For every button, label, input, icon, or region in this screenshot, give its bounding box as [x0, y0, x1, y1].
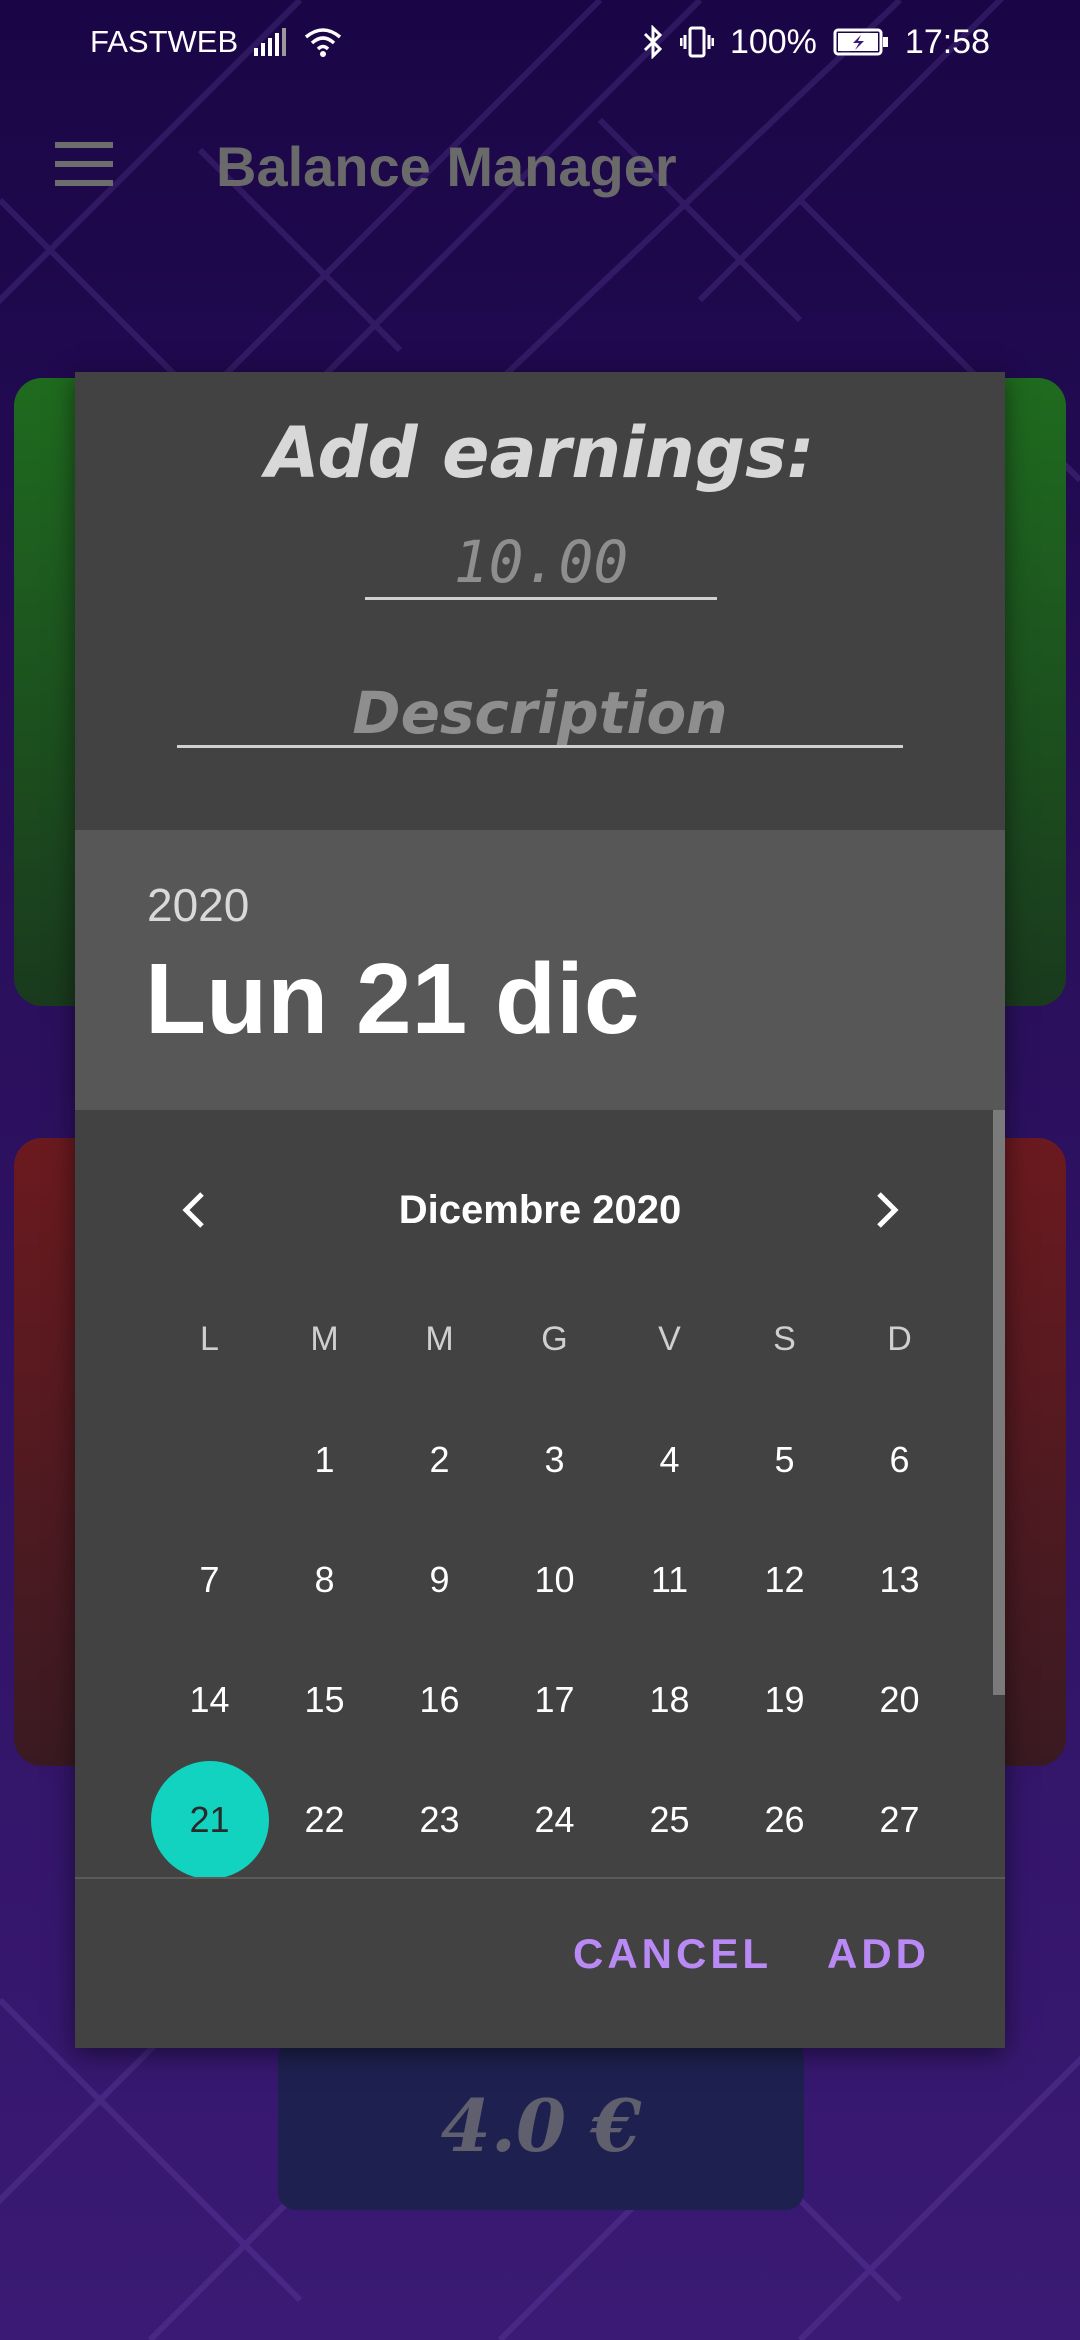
weekday-header: LMMGVSD [152, 1320, 958, 1360]
day-cell[interactable]: 24 [497, 1760, 612, 1878]
day-number: 1 [314, 1439, 335, 1480]
day-cell[interactable]: 5 [727, 1400, 842, 1520]
day-cell[interactable]: 2 [382, 1400, 497, 1520]
day-cell[interactable]: 11 [612, 1520, 727, 1640]
weekday-label: L [200, 1320, 219, 1358]
day-number: 20 [879, 1679, 920, 1720]
day-number: 13 [879, 1559, 920, 1600]
balance-card: 4.0 € [278, 2040, 804, 2210]
day-cell[interactable]: 15 [267, 1640, 382, 1760]
calendar: Dicembre 2020 LMMGVSD 1 2 3 4 5 6 7 8 9 10 11 12 13 1… [75, 1110, 1005, 1878]
vibrate-icon [679, 26, 714, 58]
next-month-button[interactable] [860, 1182, 916, 1238]
day-number: 3 [544, 1439, 565, 1480]
day-cell[interactable]: 17 [497, 1640, 612, 1760]
day-cell[interactable]: 26 [727, 1760, 842, 1878]
day-number: 23 [419, 1799, 460, 1840]
status-bar: FASTWEB 100% 17:58 [0, 0, 1080, 84]
selected-date-label[interactable]: Lun 21 dic [145, 942, 640, 1057]
year-label[interactable]: 2020 [147, 878, 249, 932]
day-number: 27 [879, 1799, 920, 1840]
day-number: 26 [764, 1799, 805, 1840]
day-cell[interactable]: 20 [842, 1640, 957, 1760]
day-number: 22 [304, 1799, 345, 1840]
signal-icon [254, 28, 287, 56]
day-cell[interactable]: 27 [842, 1760, 957, 1878]
day-cell[interactable]: 3 [497, 1400, 612, 1520]
day-number: 2 [429, 1439, 450, 1480]
dialog-actions: CANCEL ADD [75, 1912, 1005, 2012]
weekday-label: D [887, 1320, 912, 1358]
wifi-icon [305, 28, 342, 57]
day-cell[interactable]: 12 [727, 1520, 842, 1640]
day-cell[interactable]: 13 [842, 1520, 957, 1640]
day-number: 18 [649, 1679, 690, 1720]
empty-day-cell [152, 1400, 267, 1520]
day-cell[interactable]: 1 [267, 1400, 382, 1520]
weekday-label: G [541, 1320, 568, 1358]
add-earnings-dialog: Add earnings: 10.00 Description 2020 Lun… [75, 372, 1005, 2048]
day-number: 14 [189, 1679, 230, 1720]
day-cell[interactable]: 23 [382, 1760, 497, 1878]
weekday-label: V [658, 1320, 681, 1358]
day-number: 11 [650, 1559, 689, 1600]
status-left: FASTWEB [90, 24, 342, 60]
day-number: 16 [419, 1679, 460, 1720]
day-cell[interactable]: 18 [612, 1640, 727, 1760]
weekday-label: M [310, 1320, 339, 1358]
carrier-label: FASTWEB [90, 24, 239, 59]
day-number: 4 [659, 1439, 680, 1480]
battery-icon [833, 28, 888, 56]
month-nav: Dicembre 2020 [75, 1170, 1005, 1250]
day-number: 10 [534, 1559, 575, 1600]
day-number: 6 [889, 1439, 910, 1480]
day-number: 19 [764, 1679, 805, 1720]
day-cell[interactable]: 19 [727, 1640, 842, 1760]
day-number: 8 [314, 1559, 335, 1600]
day-number: 9 [429, 1559, 450, 1600]
weekday-label: S [773, 1320, 796, 1358]
day-number: 12 [764, 1559, 805, 1600]
amount-field[interactable]: 10.00 [365, 532, 717, 600]
day-cell[interactable]: 10 [497, 1520, 612, 1640]
day-number: 21 [189, 1799, 230, 1840]
day-number: 24 [534, 1799, 575, 1840]
bluetooth-icon [643, 25, 663, 59]
day-number: 15 [304, 1679, 345, 1720]
day-cell[interactable]: 25 [612, 1760, 727, 1878]
day-cell[interactable]: 6 [842, 1400, 957, 1520]
dialog-divider [75, 1877, 1005, 1879]
day-cell[interactable]: 7 [152, 1520, 267, 1640]
dialog-title: Add earnings: [265, 412, 815, 494]
battery-percent: 100% [729, 22, 817, 61]
day-cell[interactable]: 8 [267, 1520, 382, 1640]
description-field[interactable]: Description [177, 684, 903, 748]
balance-value: 4.0 € [440, 2082, 642, 2168]
day-number: 5 [774, 1439, 795, 1480]
day-number: 7 [199, 1559, 220, 1600]
clock: 17:58 [904, 22, 990, 61]
date-header: 2020 Lun 21 dic [75, 830, 1005, 1110]
day-grid: 1 2 3 4 5 6 7 8 9 10 11 12 13 14 15 16 17 18 19 20 21 22 23 24 2… [151, 1400, 958, 1878]
add-button[interactable]: ADD [827, 1930, 930, 1978]
weekday-label: M [425, 1320, 454, 1358]
app-bar: Balance Manager [0, 84, 1080, 252]
day-cell[interactable]: 14 [152, 1640, 267, 1760]
day-cell[interactable]: 22 [267, 1760, 382, 1878]
menu-icon[interactable] [55, 142, 113, 186]
cancel-button[interactable]: CANCEL [573, 1930, 772, 1978]
day-cell[interactable]: 16 [382, 1640, 497, 1760]
app-title: Balance Manager [216, 135, 677, 198]
chevron-right-icon [877, 1192, 899, 1228]
day-number: 25 [649, 1799, 690, 1840]
day-number: 17 [534, 1679, 575, 1720]
day-cell[interactable]: 4 [612, 1400, 727, 1520]
selected-day-cell[interactable]: 21 [151, 1760, 269, 1878]
day-cell[interactable]: 9 [382, 1520, 497, 1640]
status-right: 100% 17:58 [642, 23, 990, 62]
